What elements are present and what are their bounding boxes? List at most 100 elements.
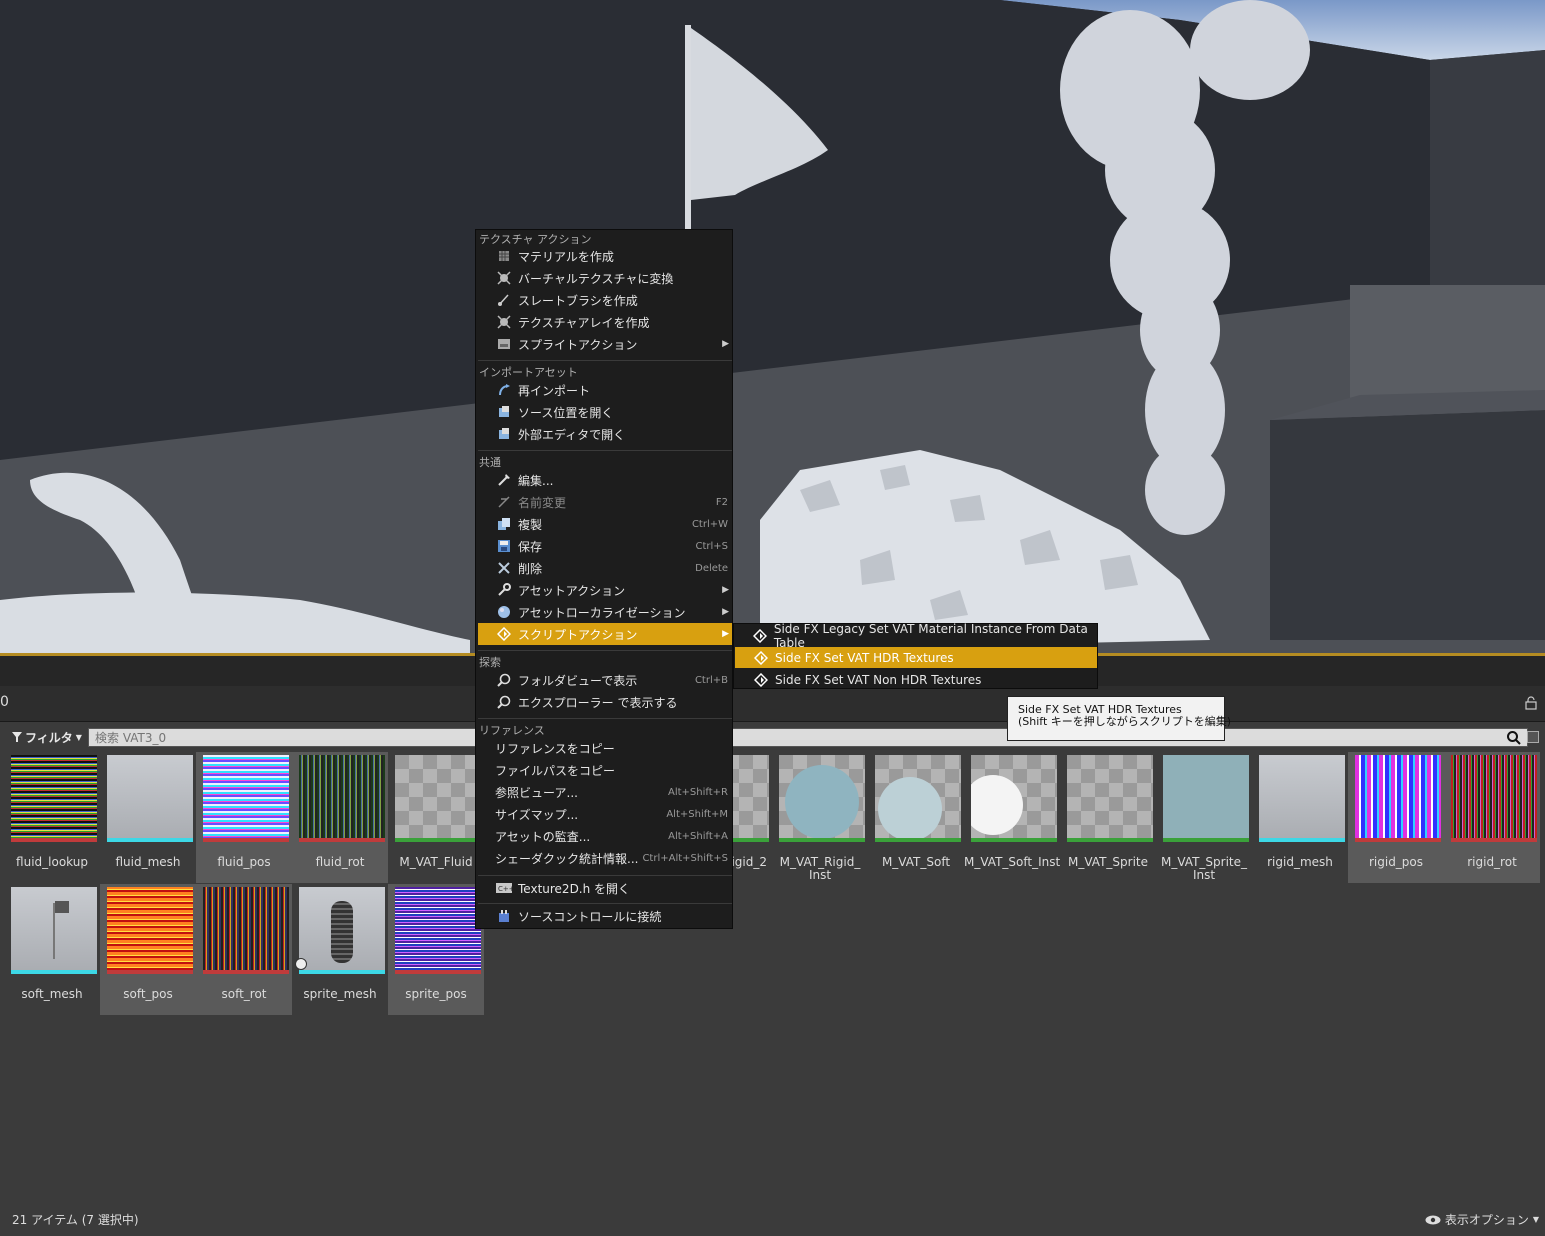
asset-tile-rigid-pos[interactable]: rigid_pos	[1348, 752, 1444, 883]
menu-item-shader-cook-stats[interactable]: シェーダクック統計情報... Ctrl+Alt+Shift+S	[478, 847, 732, 869]
reimport-icon	[496, 382, 512, 398]
view-options-label: 表示オプション	[1444, 1213, 1529, 1227]
asset-tile-soft-pos[interactable]: soft_pos	[100, 884, 196, 1015]
menu-item-reference-viewer[interactable]: 参照ビューア... Alt+Shift+R	[478, 781, 732, 803]
asset-type-strip	[1355, 838, 1441, 842]
menu-item-convert-virtual-texture[interactable]: バーチャルテクスチャに変換	[478, 267, 732, 289]
submenu-arrow-icon: ▶	[722, 607, 729, 617]
menu-item-duplicate[interactable]: 複製 Ctrl+W	[478, 513, 732, 535]
asset-label: soft_mesh	[21, 987, 83, 1001]
content-browser-tab-label[interactable]: 0	[0, 694, 9, 710]
menu-item-asset-actions[interactable]: アセットアクション ▶	[478, 579, 732, 601]
asset-label: fluid_rot	[315, 855, 365, 869]
asset-tile-rigid-rot[interactable]: rigid_rot	[1444, 752, 1540, 883]
menu-item-asset-localization[interactable]: アセットローカライゼーション ▶	[478, 601, 732, 623]
menu-item-delete[interactable]: 削除 Delete	[478, 557, 732, 579]
menu-item-open-texture2d-h[interactable]: C++ Texture2D.h を開く	[478, 877, 732, 899]
menu-item-size-map[interactable]: サイズマップ... Alt+Shift+M	[478, 803, 732, 825]
menu-item-copy-reference[interactable]: リファレンスをコピー	[478, 737, 732, 759]
asset-tile-soft-mesh[interactable]: soft_mesh	[4, 884, 100, 1015]
asset-label: rigid_pos	[1368, 855, 1424, 869]
submenu-item-legacy-set-vat-material-instance[interactable]: Side FX Legacy Set VAT Material Instance…	[735, 622, 1097, 650]
script-icon	[753, 672, 769, 688]
asset-tile-m-vat-sprite-inst[interactable]: M_VAT_Sprite_ Inst	[1156, 752, 1252, 883]
menu-item-open-source-location[interactable]: ソース位置を開く	[478, 401, 732, 423]
script-icon	[753, 628, 768, 644]
lock-icon[interactable]	[1525, 696, 1537, 710]
menu-item-shortcut: Alt+Shift+A	[668, 830, 728, 842]
asset-type-strip	[971, 838, 1057, 842]
asset-tile-sprite-mesh[interactable]: sprite_mesh	[292, 884, 388, 1015]
section-import-asset: インポートアセット	[479, 366, 578, 379]
menu-item-script-actions[interactable]: スクリプトアクション ▶	[478, 623, 732, 645]
asset-tile-m-vat-fluid[interactable]: M_VAT_Fluid	[388, 752, 484, 883]
menu-item-create-material[interactable]: マテリアルを作成	[478, 245, 732, 267]
menu-item-label: マテリアルを作成	[518, 249, 614, 264]
menu-item-show-in-explorer[interactable]: エクスプローラー で表示する	[478, 691, 732, 713]
menu-item-label: 名前変更	[518, 495, 567, 510]
asset-tile-m-vat-soft[interactable]: M_VAT_Soft	[868, 752, 964, 883]
menu-item-label: リファレンスをコピー	[495, 741, 615, 756]
menu-item-sprite-actions[interactable]: スプライトアクション ▶	[478, 333, 732, 355]
menu-item-connect-source-control[interactable]: ソースコントロールに接続	[478, 905, 732, 927]
status-bar: 21 アイテム (7 選択中)	[12, 1213, 139, 1227]
search-input[interactable]	[88, 728, 1528, 747]
script-icon	[753, 650, 769, 666]
asset-type-strip	[395, 970, 481, 974]
asset-type-strip	[299, 838, 385, 842]
menu-item-reimport[interactable]: 再インポート	[478, 379, 732, 401]
asset-label: fluid_mesh	[115, 855, 181, 869]
view-options-button[interactable]: 表示オプション ▼	[1425, 1211, 1539, 1228]
menu-item-label: テクスチャアレイを作成	[518, 315, 650, 330]
submenu-item-set-vat-hdr-textures[interactable]: Side FX Set VAT HDR Textures	[735, 647, 1097, 668]
thumbnail	[1355, 755, 1441, 841]
asset-grid: fluid_lookup fluid_mesh fluid_pos fluid_…	[4, 752, 1545, 1202]
material-icon	[496, 248, 512, 264]
asset-tile-m-vat-soft-inst[interactable]: M_VAT_Soft_Inst	[964, 752, 1060, 883]
menu-item-show-in-folder-view[interactable]: フォルダビューで表示 Ctrl+B	[478, 669, 732, 691]
menu-item-copy-file-path[interactable]: ファイルパスをコピー	[478, 759, 732, 781]
menu-item-label: 編集...	[518, 473, 554, 488]
asset-tile-fluid-pos[interactable]: fluid_pos	[196, 752, 292, 883]
menu-separator	[478, 650, 732, 651]
thumbnail	[395, 887, 481, 973]
asset-tile-m-vat-sprite[interactable]: M_VAT_Sprite	[1060, 752, 1156, 883]
asset-tile-fluid-mesh[interactable]: fluid_mesh	[100, 752, 196, 883]
search-icon[interactable]	[1506, 730, 1522, 746]
menu-item-label: フォルダビューで表示	[518, 673, 638, 688]
asset-tile-fluid-rot[interactable]: fluid_rot	[292, 752, 388, 883]
asset-type-strip	[203, 970, 289, 974]
chevron-down-icon: ▼	[1532, 1215, 1539, 1224]
submenu-item-set-vat-non-hdr-textures[interactable]: Side FX Set VAT Non HDR Textures	[735, 669, 1097, 690]
asset-label: M_VAT_Fluid	[399, 855, 473, 869]
asset-tile-fluid-lookup[interactable]: fluid_lookup	[4, 752, 100, 883]
menu-item-label: ソース位置を開く	[518, 405, 614, 420]
asset-tile-rigid-mesh[interactable]: rigid_mesh	[1252, 752, 1348, 883]
asset-tile-m-vat-rigid-inst[interactable]: M_VAT_Rigid_ Inst	[772, 752, 868, 883]
menu-item-edit[interactable]: 編集...	[478, 469, 732, 491]
asset-type-strip	[107, 970, 193, 974]
sphere-preview	[785, 765, 859, 839]
menu-item-audit-assets[interactable]: アセットの監査... Alt+Shift+A	[478, 825, 732, 847]
source-control-status-icon	[295, 958, 307, 970]
asset-label: rigid_rot	[1467, 855, 1517, 869]
filter-button[interactable]: フィルタ ▼	[8, 727, 86, 747]
thumbnail	[107, 755, 193, 841]
chevron-down-icon: ▼	[75, 732, 82, 742]
menu-item-label: エクスプローラー で表示する	[518, 695, 678, 710]
menu-item-open-external-editor[interactable]: 外部エディタで開く	[478, 423, 732, 445]
external-editor-icon	[496, 426, 512, 442]
menu-item-create-slate-brush[interactable]: スレートブラシを作成	[478, 289, 732, 311]
menu-separator	[478, 360, 732, 361]
menu-item-save[interactable]: 保存 Ctrl+S	[478, 535, 732, 557]
asset-tile-sprite-pos[interactable]: sprite_pos	[388, 884, 484, 1015]
thumbnail	[395, 755, 481, 841]
save-search-icon[interactable]	[1527, 731, 1539, 743]
asset-tile-soft-rot[interactable]: soft_rot	[196, 884, 292, 1015]
menu-item-rename[interactable]: 名前変更 F2	[478, 491, 732, 513]
thumbnail	[11, 755, 97, 841]
svg-text:C++: C++	[498, 885, 512, 893]
menu-item-create-texture-array[interactable]: テクスチャアレイを作成	[478, 311, 732, 333]
level-viewport[interactable]	[0, 0, 1545, 655]
submenu-arrow-icon: ▶	[722, 629, 729, 639]
